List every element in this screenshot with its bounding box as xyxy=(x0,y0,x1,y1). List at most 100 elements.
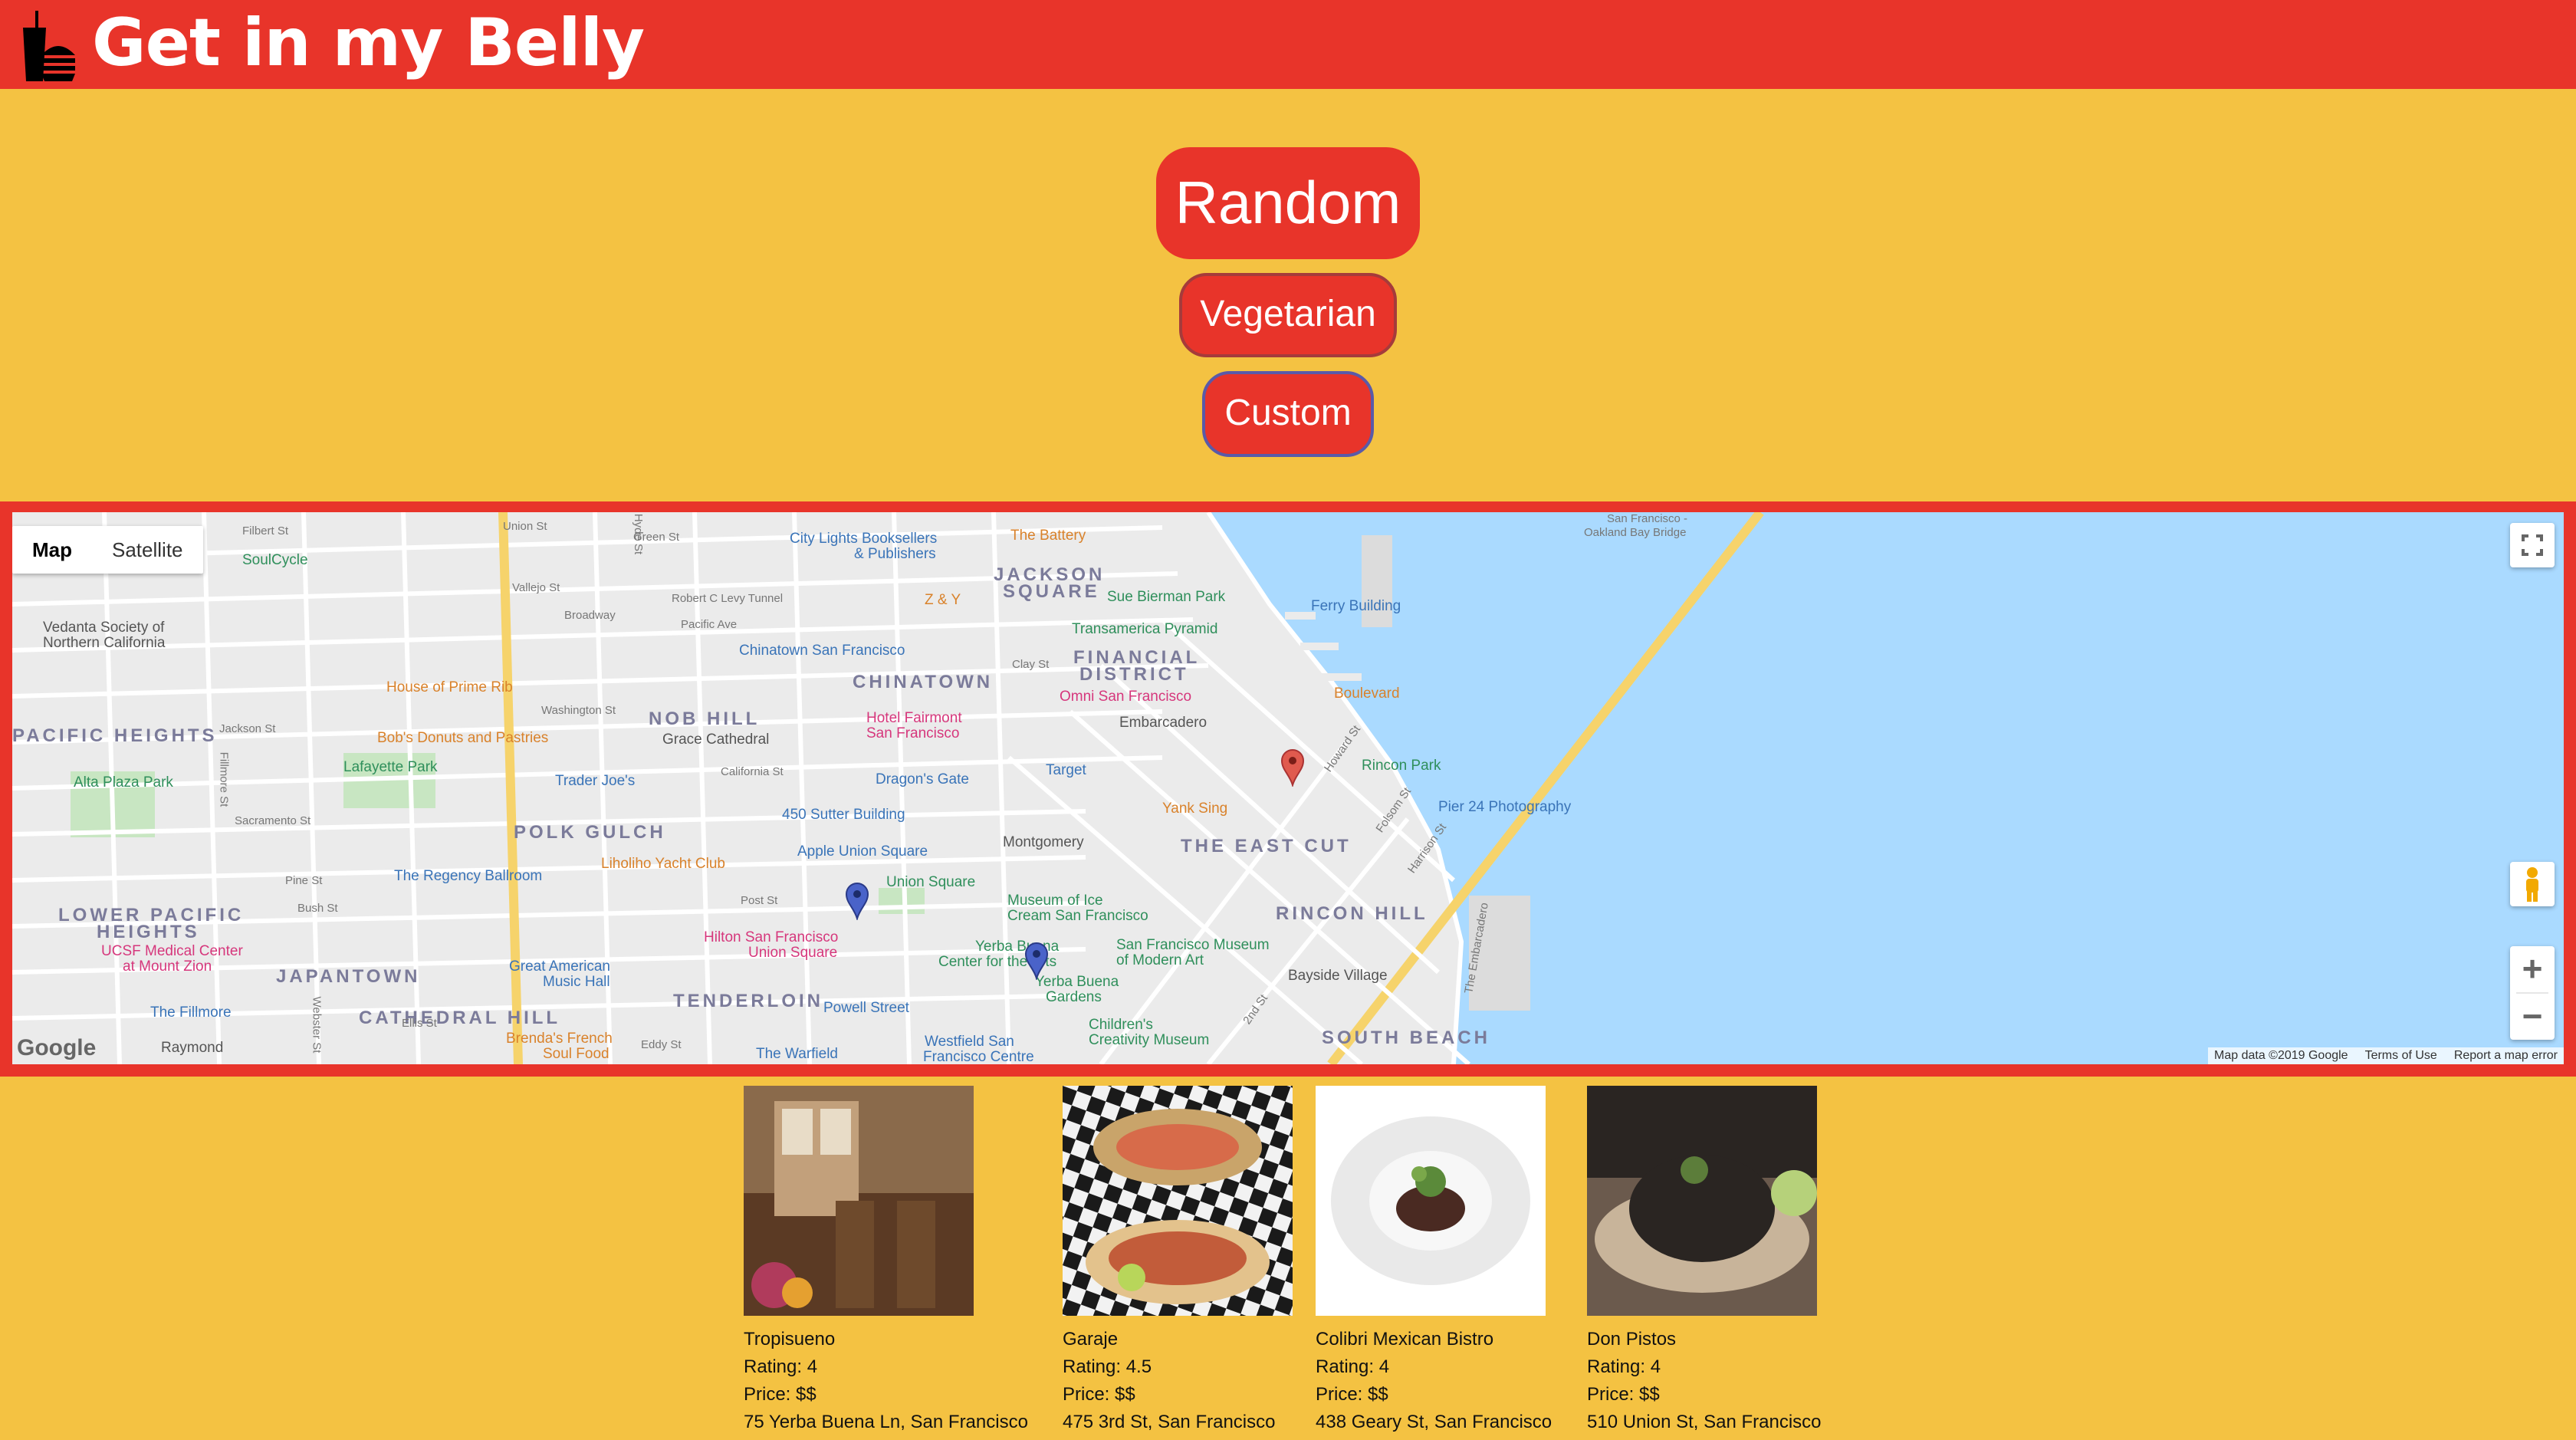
red-marker-icon[interactable] xyxy=(1280,748,1305,787)
app-title: Get in my Belly xyxy=(92,5,645,81)
restaurant-photo[interactable] xyxy=(1316,1086,1546,1316)
map-label: Lafayette Park xyxy=(343,759,438,775)
map-label: Bayside Village xyxy=(1288,968,1388,984)
app-header: Get in my Belly xyxy=(0,0,2576,89)
map[interactable]: JACKSON SQUARE FINANCIAL DISTRICT CHINAT… xyxy=(12,512,2564,1064)
map-label: Westfield San xyxy=(925,1034,1014,1050)
restaurant-photo[interactable] xyxy=(1063,1086,1293,1316)
map-label: PACIFIC HEIGHTS xyxy=(12,725,218,746)
zoom-out-button[interactable]: − xyxy=(2510,994,2555,1040)
vegetarian-button[interactable]: Vegetarian xyxy=(1179,273,1397,357)
map-label: San Francisco Museum xyxy=(1116,937,1270,953)
street-view-button[interactable] xyxy=(2510,862,2555,906)
restaurant-price: Price: $$ xyxy=(1587,1384,1660,1405)
map-label: Oakland Bay Bridge xyxy=(1584,526,1687,539)
map-label: Bob's Donuts and Pastries xyxy=(377,730,549,746)
map-type-satellite-button[interactable]: Satellite xyxy=(92,526,203,574)
map-frame: JACKSON SQUARE FINANCIAL DISTRICT CHINAT… xyxy=(0,501,2576,1077)
map-label: Northern California xyxy=(43,635,166,651)
map-label: 450 Sutter Building xyxy=(782,807,905,823)
restaurant-address: 475 3rd St, San Francisco xyxy=(1063,1412,1276,1432)
map-label: Eddy St xyxy=(641,1038,682,1051)
map-type-map-button[interactable]: Map xyxy=(12,526,92,574)
map-label: Transamerica Pyramid xyxy=(1072,621,1218,637)
map-label: Jackson St xyxy=(219,722,276,735)
map-label: JAPANTOWN xyxy=(276,966,421,987)
map-label: Z & Y xyxy=(925,592,961,608)
custom-button[interactable]: Custom xyxy=(1202,371,1374,457)
restaurant-photo[interactable] xyxy=(1587,1086,1817,1316)
map-label: Francisco Centre xyxy=(923,1049,1034,1064)
restaurant-rating: Rating: 4 xyxy=(1587,1356,1661,1377)
random-button[interactable]: Random xyxy=(1156,147,1420,259)
map-label: Sacramento St xyxy=(235,814,311,827)
map-label: Yank Sing xyxy=(1162,801,1228,817)
terms-link[interactable]: Terms of Use xyxy=(2365,1049,2437,1063)
restaurant-card[interactable]: Tropisueno Rating: 4 Price: $$ 75 Yerba … xyxy=(744,1086,1028,1436)
map-label: Brenda's French xyxy=(506,1031,613,1047)
blue-marker-icon[interactable] xyxy=(1024,942,1049,980)
map-label: Montgomery xyxy=(1003,834,1084,850)
map-label: DISTRICT xyxy=(1079,664,1189,685)
map-label: Rincon Park xyxy=(1362,758,1441,774)
fullscreen-icon xyxy=(2522,534,2543,556)
map-label: Robert C Levy Tunnel xyxy=(672,592,784,605)
map-footer: Map data ©2019 Google Terms of Use Repor… xyxy=(2208,1047,2564,1064)
map-label: Hilton San Francisco xyxy=(704,929,839,945)
restaurant-name[interactable]: Garaje xyxy=(1063,1326,1293,1353)
restaurant-address: 438 Geary St, San Francisco xyxy=(1316,1412,1552,1432)
map-label: Omni San Francisco xyxy=(1060,689,1192,705)
map-label: CHINATOWN xyxy=(853,672,994,692)
map-label: Raymond xyxy=(161,1040,224,1056)
map-label: Chinatown San Francisco xyxy=(739,643,905,659)
restaurant-photo[interactable] xyxy=(744,1086,974,1316)
map-label: Ferry Building xyxy=(1311,598,1401,614)
map-label: SoulCycle xyxy=(242,552,308,568)
map-label: Bush St xyxy=(297,902,338,915)
map-label: Vedanta Society of xyxy=(43,620,165,636)
fullscreen-button[interactable] xyxy=(2510,523,2555,567)
report-error-link[interactable]: Report a map error xyxy=(2454,1049,2558,1063)
restaurant-name[interactable]: Don Pistos xyxy=(1587,1326,1822,1353)
street-view-pegman-icon xyxy=(2526,867,2538,902)
map-label: Vallejo St xyxy=(512,581,560,594)
map-label: Great American xyxy=(509,958,610,975)
blue-marker-icon[interactable] xyxy=(845,882,869,920)
map-label: NOB HILL xyxy=(649,708,761,729)
map-label: Union Square xyxy=(886,874,976,890)
map-label: San Francisco xyxy=(866,725,960,741)
map-label: Ellis St xyxy=(402,1017,437,1030)
map-label: Cream San Francisco xyxy=(1007,908,1148,924)
map-label: Target xyxy=(1046,762,1086,778)
restaurant-name[interactable]: Tropisueno xyxy=(744,1326,1028,1353)
map-label: Creativity Museum xyxy=(1089,1032,1210,1048)
map-label: SQUARE xyxy=(1003,581,1100,602)
map-label: THE EAST CUT xyxy=(1181,836,1352,856)
map-label: UCSF Medical Center xyxy=(101,943,243,959)
map-label: Washington St xyxy=(541,704,616,717)
map-label: Hyde St xyxy=(632,513,646,555)
google-logo[interactable]: Google xyxy=(17,1035,96,1061)
map-label: of Modern Art xyxy=(1116,952,1204,968)
restaurant-address: 510 Union St, San Francisco xyxy=(1587,1412,1822,1432)
map-label: Fillmore St xyxy=(217,751,231,807)
restaurant-card[interactable]: Colibri Mexican Bistro Rating: 4 Price: … xyxy=(1316,1086,1552,1436)
map-data-attribution: Map data ©2019 Google xyxy=(2214,1049,2348,1062)
restaurant-name[interactable]: Colibri Mexican Bistro xyxy=(1316,1326,1552,1353)
map-type-control: Map Satellite xyxy=(12,526,203,574)
map-label: Dragon's Gate xyxy=(876,771,969,787)
restaurant-card[interactable]: Don Pistos Rating: 4 Price: $$ 510 Union… xyxy=(1587,1086,1822,1436)
map-label: Alta Plaza Park xyxy=(74,774,173,791)
map-label: The Regency Ballroom xyxy=(394,868,543,884)
map-label: RINCON HILL xyxy=(1276,903,1428,924)
map-label: POLK GULCH xyxy=(514,822,666,843)
zoom-in-button[interactable]: + xyxy=(2510,946,2555,992)
map-label: Embarcadero xyxy=(1119,715,1208,731)
map-label: City Lights Booksellers xyxy=(790,531,938,547)
restaurant-price: Price: $$ xyxy=(744,1384,816,1405)
map-label: at Mount Zion xyxy=(123,958,212,975)
map-label: HEIGHTS xyxy=(97,922,200,942)
map-label: Hotel Fairmont xyxy=(866,710,962,726)
restaurant-card[interactable]: Garaje Rating: 4.5 Price: $$ 475 3rd St,… xyxy=(1063,1086,1293,1436)
map-label: Boulevard xyxy=(1334,685,1400,702)
